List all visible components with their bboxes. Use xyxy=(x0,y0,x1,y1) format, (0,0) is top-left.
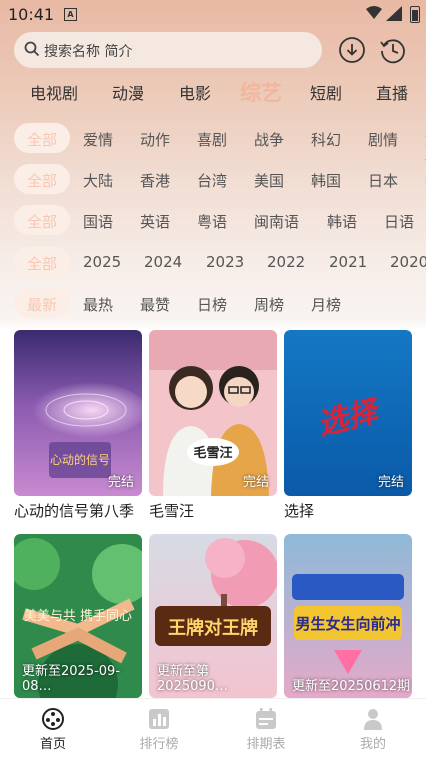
poster-logo-text: 男生女生向前冲 xyxy=(295,615,400,633)
sim-icon: A xyxy=(64,8,77,21)
poster-logo-text: 美美与共 携手同心 xyxy=(24,608,132,624)
poster-image: 毛雪汪 完结 xyxy=(149,330,277,496)
category-tabs: 电视剧 动漫 电影 综艺 短剧 直播 xyxy=(0,72,426,112)
show-title: 心动的信号第八季 xyxy=(14,502,135,520)
filter-chip-selected[interactable]: 全部 xyxy=(14,164,70,194)
filter-row-sort: 最新 最热 最赞 日榜 周榜 月榜 xyxy=(0,288,426,320)
tab-live[interactable]: 直播 xyxy=(376,80,408,104)
tab-short[interactable]: 短剧 xyxy=(310,80,342,104)
filter-row-region: 全部 大陆 香港 台湾 美国 韩国 日本 泰国 xyxy=(0,164,426,211)
filter-option[interactable]: 日榜 xyxy=(197,294,227,315)
nav-home[interactable]: 首页 xyxy=(18,707,88,752)
filter-option[interactable]: 美国 xyxy=(254,170,284,191)
download-icon[interactable] xyxy=(338,36,366,64)
filter-option[interactable]: 喜剧 xyxy=(197,129,227,150)
filter-option[interactable]: 韩语 xyxy=(327,211,357,232)
filter-option[interactable]: 2024 xyxy=(144,253,182,271)
filter-option[interactable]: 月榜 xyxy=(311,294,341,315)
bottom-navigation: 首页 排行榜 排期表 我的 xyxy=(0,698,426,758)
filter-option[interactable]: 大陆 xyxy=(83,170,113,191)
filter-option[interactable]: 爱情 xyxy=(83,129,113,150)
show-title: 选择 xyxy=(284,502,315,520)
filter-option[interactable]: 香港 xyxy=(140,170,170,191)
filter-row-year: 全部 2025 2024 2023 2022 2021 2020 xyxy=(0,247,426,279)
filter-option[interactable]: 2021 xyxy=(329,253,367,271)
nav-label: 排期表 xyxy=(246,737,286,752)
show-card[interactable]: 王牌对王牌 更新至第2025090… xyxy=(149,534,277,698)
show-card[interactable]: 毛雪汪 完结 毛雪汪 xyxy=(149,330,277,522)
filter-option[interactable]: 国语 xyxy=(83,211,113,232)
nav-label: 首页 xyxy=(39,737,66,752)
poster-image: 心动的信号 完结 xyxy=(14,330,142,496)
filter-chip-selected[interactable]: 最新 xyxy=(14,288,70,318)
filter-chip-selected[interactable]: 全部 xyxy=(14,247,70,277)
search-icon xyxy=(24,41,40,57)
status-time: 10:41 xyxy=(8,5,55,24)
show-card[interactable]: 美美与共 携手同心 更新至2025-09-08… xyxy=(14,534,142,698)
poster-image: 王牌对王牌 更新至第2025090… xyxy=(149,534,277,698)
search-placeholder: 搜索名称 简介 xyxy=(44,44,133,60)
status-badge: 更新至2025-09-08… xyxy=(22,664,121,694)
filter-option[interactable]: 科幻 xyxy=(311,129,341,150)
status-bar: 10:41 A xyxy=(0,0,426,30)
status-badge: 更新至第2025090… xyxy=(157,664,228,694)
filter-row-language: 全部 国语 英语 粤语 闽南语 韩语 日语 xyxy=(0,205,426,237)
nav-label: 排行榜 xyxy=(139,737,179,752)
filter-chip-selected[interactable]: 全部 xyxy=(14,123,70,153)
filter-option[interactable]: 2020 xyxy=(390,253,426,271)
status-badge: 完结 xyxy=(107,475,134,490)
film-reel-icon xyxy=(42,708,64,730)
nav-schedule[interactable]: 排期表 xyxy=(231,707,301,752)
show-card[interactable]: 男生女生向前冲 更新至20250612期 xyxy=(284,534,412,698)
filter-option[interactable]: 粤语 xyxy=(197,211,227,232)
tab-variety[interactable]: 综艺 xyxy=(240,77,282,107)
filter-option[interactable]: 周榜 xyxy=(254,294,284,315)
filter-option[interactable]: 战争 xyxy=(254,129,284,150)
nav-ranking[interactable]: 排行榜 xyxy=(124,707,194,752)
status-badge: 更新至20250612期 xyxy=(292,679,411,694)
filter-row-genre: 全部 爱情 动作 喜剧 战争 科幻 剧情 武侠 xyxy=(0,123,426,170)
calendar-icon xyxy=(256,708,276,729)
filter-option[interactable]: 2023 xyxy=(206,253,244,271)
status-badge: 完结 xyxy=(242,475,269,490)
wifi-icon xyxy=(366,6,382,19)
filter-option[interactable]: 台湾 xyxy=(197,170,227,191)
filter-option[interactable]: 闽南语 xyxy=(254,211,299,232)
nav-profile[interactable]: 我的 xyxy=(338,707,408,752)
filter-option[interactable]: 韩国 xyxy=(311,170,341,191)
poster-logo-text: 王牌对王牌 xyxy=(168,617,258,639)
signal-icon xyxy=(386,6,402,21)
history-icon[interactable] xyxy=(379,36,407,64)
filter-option[interactable]: 最热 xyxy=(83,294,113,315)
filter-chip-selected[interactable]: 全部 xyxy=(14,205,70,235)
filter-option[interactable]: 剧情 xyxy=(368,129,398,150)
poster-logo-text: 心动的信号 xyxy=(50,452,110,467)
filter-option[interactable]: 英语 xyxy=(140,211,170,232)
tab-anime[interactable]: 动漫 xyxy=(112,80,144,104)
show-title: 毛雪汪 xyxy=(149,502,195,520)
filter-option[interactable]: 最赞 xyxy=(140,294,170,315)
show-card[interactable]: 心动的信号 完结 心动的信号第八季 xyxy=(14,330,142,522)
show-card[interactable]: 选择 完结 选择 xyxy=(284,330,412,522)
filter-option[interactable]: 2025 xyxy=(83,253,121,271)
poster-image: 选择 完结 xyxy=(284,330,412,496)
filter-option[interactable]: 2022 xyxy=(267,253,305,271)
filter-option[interactable]: 日本 xyxy=(368,170,398,191)
poster-image: 男生女生向前冲 更新至20250612期 xyxy=(284,534,412,698)
battery-icon xyxy=(410,6,420,23)
filter-option[interactable]: 日语 xyxy=(384,211,414,232)
chart-icon xyxy=(149,709,169,729)
tab-movie[interactable]: 电影 xyxy=(179,80,211,104)
poster-image: 美美与共 携手同心 更新至2025-09-08… xyxy=(14,534,142,698)
nav-label: 我的 xyxy=(359,737,386,752)
tab-tv[interactable]: 电视剧 xyxy=(30,80,78,104)
user-icon xyxy=(364,709,382,730)
status-badge: 完结 xyxy=(377,475,404,490)
filter-option[interactable]: 动作 xyxy=(140,129,170,150)
poster-logo-text: 毛雪汪 xyxy=(193,445,232,461)
search-bar[interactable]: 搜索名称 简介 xyxy=(14,32,322,68)
